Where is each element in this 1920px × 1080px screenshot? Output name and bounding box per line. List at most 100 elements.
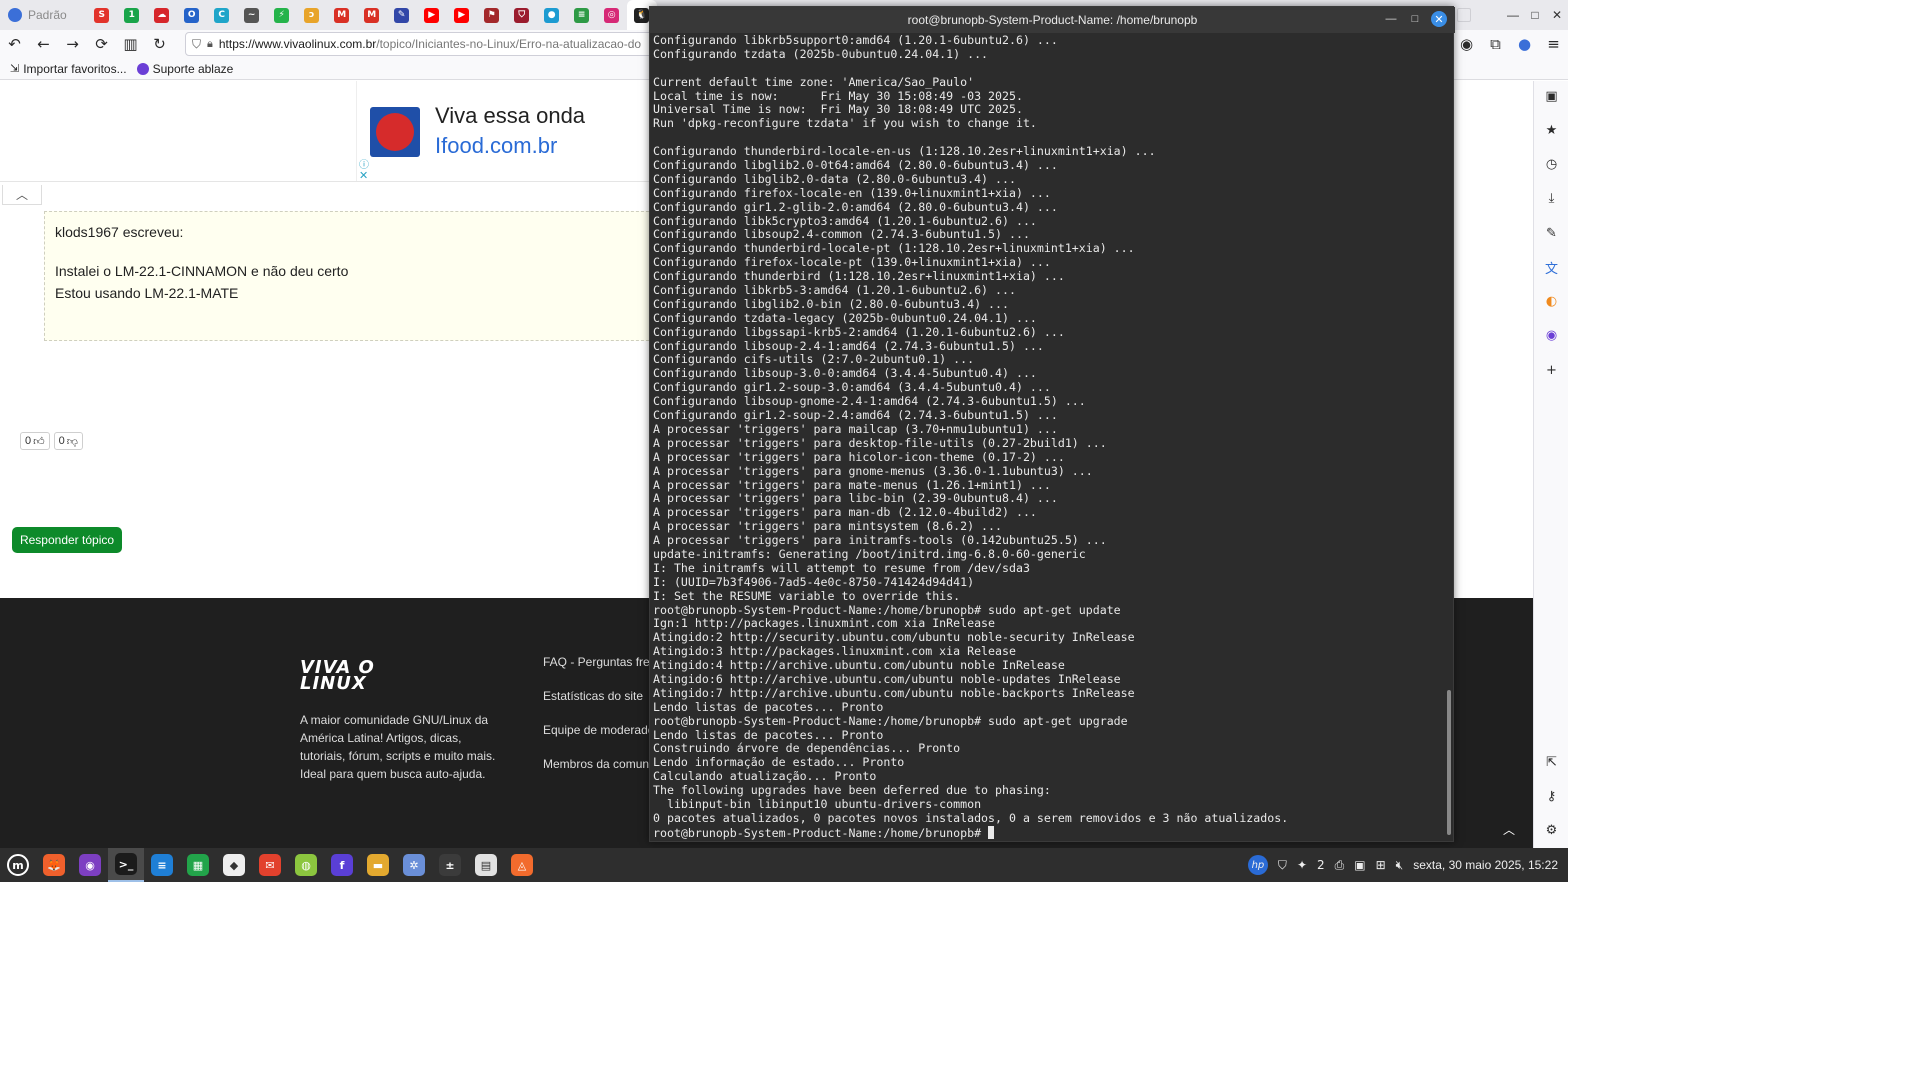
history-icon[interactable]: ◷: [1534, 151, 1568, 177]
briefcase-icon[interactable]: ▣: [1534, 83, 1568, 109]
taskbar-app[interactable]: ◉: [72, 848, 108, 882]
terminal-line: Ign:1 http://packages.linuxmint.com xia …: [653, 616, 996, 631]
footer-links: FAQ - Perguntas freq Estatísticas do sit…: [543, 655, 653, 791]
profile-avatar-icon[interactable]: ●: [1510, 30, 1539, 58]
close-icon[interactable]: ✕: [1431, 11, 1447, 27]
pinned-tab[interactable]: M: [357, 0, 387, 30]
pinned-tab[interactable]: ☁: [147, 0, 177, 30]
taskbar-app[interactable]: ✉: [252, 848, 288, 882]
printer-icon[interactable]: ⎙: [1335, 858, 1345, 873]
footer-link-team[interactable]: Equipe de moderado: [543, 723, 653, 757]
pinned-tab[interactable]: ⚑: [477, 0, 507, 30]
account-icon[interactable]: ◉: [1452, 30, 1481, 58]
pinned-tab[interactable]: M: [327, 0, 357, 30]
clock[interactable]: sexta, 30 maio 2025, 15:22: [1413, 858, 1558, 872]
pinned-tab[interactable]: 1: [117, 0, 147, 30]
pinned-tab[interactable]: ≡: [567, 0, 597, 30]
footer-link-faq[interactable]: FAQ - Perguntas freq: [543, 655, 653, 689]
upvote-button[interactable]: 0 👍︎: [20, 432, 50, 450]
terminal-line: Configurando cifs-utils (2:7.0-2ubuntu0.…: [653, 352, 975, 367]
taskbar: m 🦊 ◉ >_ ≡ ▦ ◆ ✉ ◍ f ▬ ✲ ± ▤ ◬ hp ⛉ ✦ 2 ⎙ ▣ ⊞ 🔇︎ sexta…: [0, 848, 1568, 882]
taskbar-app[interactable]: ◍: [288, 848, 324, 882]
pinned-tab[interactable]: O: [177, 0, 207, 30]
hp-icon[interactable]: hp: [1247, 855, 1268, 875]
footer-link-members[interactable]: Membros da comunid: [543, 757, 653, 791]
terminal-window[interactable]: root@brunopb-System-Product-Name: /home/…: [649, 6, 1455, 842]
back-to-top-button[interactable]: ︿: [1497, 817, 1521, 841]
terminal-prompt-line[interactable]: root@brunopb-System-Product-Name:/home/b…: [653, 825, 1443, 840]
taskbar-app[interactable]: 🦊: [36, 848, 72, 882]
sync-icon[interactable]: ⟳: [87, 30, 116, 58]
reply-topic-button[interactable]: Responder tópico: [12, 527, 122, 553]
terminal-line: I: Set the RESUME variable to override t…: [653, 588, 961, 603]
pinned-tab[interactable]: ɔ: [297, 0, 327, 30]
orange-app-icon[interactable]: ◐: [1534, 288, 1568, 314]
downvote-button[interactable]: 0 👎︎: [53, 432, 83, 450]
taskbar-app[interactable]: ±: [432, 848, 468, 882]
pinned-tab[interactable]: ◎: [597, 0, 627, 30]
extensions-icon[interactable]: ⧉: [1481, 30, 1510, 58]
profile-tab[interactable]: Padrão: [0, 0, 77, 30]
shield-update-icon[interactable]: ⛉: [1278, 858, 1287, 873]
purple-app-icon[interactable]: ◉: [1534, 322, 1568, 348]
back-icon[interactable]: ←: [29, 30, 58, 58]
pinned-tab[interactable]: ▶: [417, 0, 447, 30]
bookmark-import[interactable]: ⇲ Importar favoritos...: [10, 62, 127, 76]
taskbar-app[interactable]: m: [0, 848, 36, 882]
star-icon[interactable]: ★: [1534, 117, 1568, 143]
sidebar-toggle-icon[interactable]: ▥: [116, 30, 145, 58]
pinned-tab[interactable]: S: [87, 0, 117, 30]
minimize-icon[interactable]: —: [1383, 11, 1399, 27]
collapse-button[interactable]: ︿: [2, 185, 42, 205]
taskbar-app[interactable]: f: [324, 848, 360, 882]
pinned-tab[interactable]: ▶: [447, 0, 477, 30]
network-icon[interactable]: ⊞: [1376, 858, 1386, 872]
pinned-tab[interactable]: ●: [537, 0, 567, 30]
download-icon[interactable]: ⤓: [1534, 185, 1568, 211]
pinned-tab[interactable]: ✎: [387, 0, 417, 30]
menu-icon[interactable]: ≡: [1539, 30, 1568, 58]
close-window-icon[interactable]: ✕: [1546, 0, 1568, 30]
taskbar-app[interactable]: ▤: [468, 848, 504, 882]
terminal-output[interactable]: Configurando libkrb5support0:amd64 (1.20…: [653, 34, 1443, 840]
divider: [0, 181, 660, 182]
settings-icon[interactable]: ⚙: [1534, 817, 1568, 843]
minimize-icon[interactable]: —: [1502, 0, 1524, 30]
tor-browser-icon: ◉: [79, 854, 101, 876]
taskbar-app[interactable]: ≡: [144, 848, 180, 882]
pinned-tab[interactable]: ⛉: [507, 0, 537, 30]
terminal-line: Lendo listas de pacotes... Pronto: [653, 727, 884, 742]
taskbar-app[interactable]: ▦: [180, 848, 216, 882]
volume-muted-icon[interactable]: 🔇︎: [1396, 858, 1404, 873]
maximize-icon[interactable]: □: [1524, 0, 1546, 30]
pinned-tab[interactable]: C: [207, 0, 237, 30]
pinned-tab[interactable]: ⚡: [267, 0, 297, 30]
forward-icon[interactable]: →: [58, 30, 87, 58]
calculator-icon: ±: [439, 854, 461, 876]
maximize-icon[interactable]: □: [1407, 11, 1423, 27]
url-bar[interactable]: ⛉ 🔒︎ https://www.vivaolinux.com.br/topic…: [185, 32, 655, 56]
pinned-tab[interactable]: ~: [237, 0, 267, 30]
bookmark-ablaze[interactable]: Suporte ablaze: [136, 62, 233, 76]
reload-icon[interactable]: ↻: [145, 30, 174, 58]
taskbar-app[interactable]: >_: [108, 848, 144, 882]
new-tab-icon[interactable]: [1457, 8, 1471, 22]
terminal-line: Configurando gir1.2-glib-2.0:amd64 (2.80…: [653, 199, 1058, 214]
key-icon[interactable]: ⚷: [1534, 783, 1568, 809]
taskbar-app[interactable]: ◆: [216, 848, 252, 882]
terminal-line: Calculando atualização... Pronto: [653, 769, 877, 784]
ad-banner[interactable]: Viva essa onda Ifood.com.br ⓘ ✕: [356, 81, 656, 182]
terminal-scrollbar[interactable]: [1447, 690, 1451, 835]
undo-icon[interactable]: ↶: [0, 30, 29, 58]
share-icon[interactable]: ⇱: [1534, 749, 1568, 775]
footer-link-stats[interactable]: Estatísticas do site: [543, 689, 653, 723]
add-icon[interactable]: +: [1534, 357, 1568, 383]
taskbar-app[interactable]: ▬: [360, 848, 396, 882]
translate-icon[interactable]: 文: [1534, 254, 1568, 280]
taskbar-app[interactable]: ◬: [504, 848, 540, 882]
pen-icon[interactable]: ✎: [1534, 220, 1568, 246]
taskbar-app[interactable]: ✲: [396, 848, 432, 882]
notifications-icon[interactable]: ✦: [1297, 858, 1307, 872]
gmail-icon: M: [364, 7, 380, 23]
window-icon[interactable]: ▣: [1354, 858, 1365, 872]
